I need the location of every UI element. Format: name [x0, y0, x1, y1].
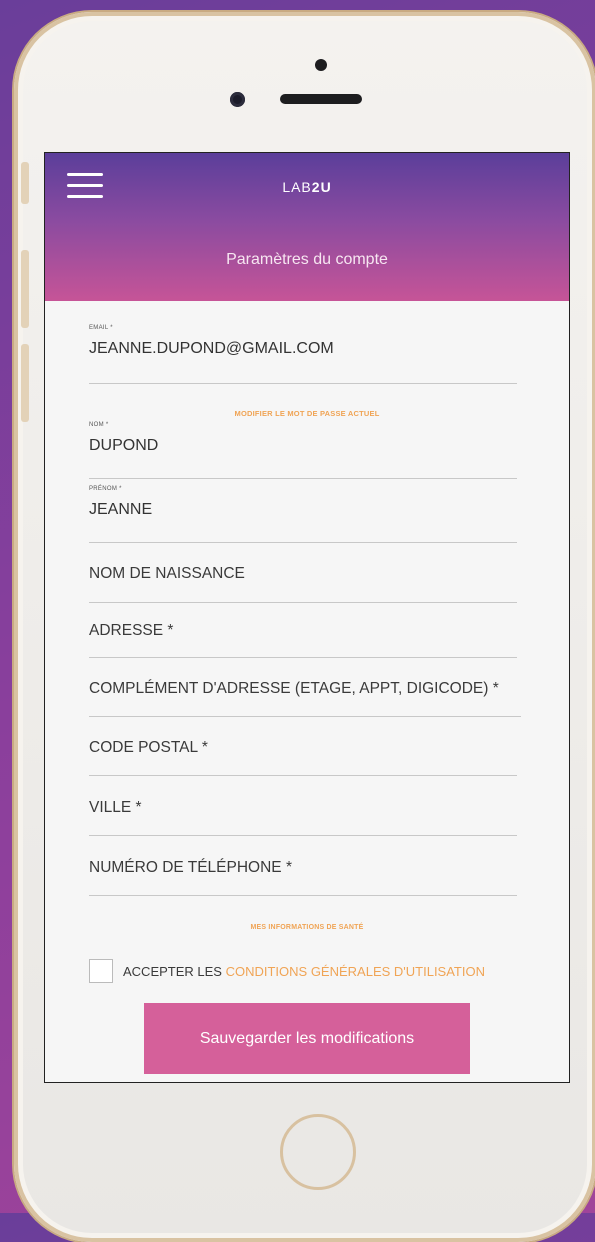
ville-placeholder: VILLE * — [89, 799, 142, 816]
email-value: JEANNE.DUPOND@GMAIL.COM — [89, 340, 334, 357]
nom-naissance-field[interactable]: NOM DE NAISSANCE — [89, 565, 517, 603]
email-field[interactable]: EMAIL * JEANNE.DUPOND@GMAIL.COM — [89, 325, 517, 384]
email-label: EMAIL * — [89, 325, 113, 331]
prenom-value: JEANNE — [89, 501, 153, 518]
cgu-checkbox[interactable] — [89, 959, 113, 983]
code-postal-placeholder: CODE POSTAL * — [89, 739, 208, 756]
health-info-link[interactable]: MES INFORMATIONS DE SANTÉ — [45, 924, 569, 931]
app-logo: LAB2U — [282, 179, 332, 195]
volume-down-button — [21, 344, 29, 422]
prenom-field[interactable]: PRÉNOM * JEANNE — [89, 486, 517, 543]
nom-label: NOM * — [89, 422, 109, 428]
adresse-field[interactable]: ADRESSE * — [89, 622, 517, 658]
app-screen: LAB2U Paramètres du compte EMAIL * JEANN… — [44, 152, 570, 1083]
cgu-prefix: ACCEPTER LES — [123, 964, 226, 979]
cgu-link[interactable]: CONDITIONS GÉNÉRALES D'UTILISATION — [226, 964, 485, 979]
code-postal-field[interactable]: CODE POSTAL * — [89, 739, 517, 776]
home-button[interactable] — [280, 1114, 356, 1190]
earpiece-speaker — [280, 94, 362, 104]
nom-naissance-placeholder: NOM DE NAISSANCE — [89, 565, 245, 582]
cgu-text: ACCEPTER LES CONDITIONS GÉNÉRALES D'UTIL… — [123, 964, 485, 979]
change-password-link[interactable]: MODIFIER LE MOT DE PASSE ACTUEL — [45, 409, 569, 418]
volume-up-button — [21, 250, 29, 328]
page-title: Paramètres du compte — [226, 251, 388, 268]
complement-adresse-placeholder: COMPLÉMENT D'ADRESSE (ETAGE, APPT, DIGIC… — [89, 680, 499, 697]
silent-switch — [21, 162, 29, 204]
nom-value: DUPOND — [89, 437, 159, 454]
cgu-row: ACCEPTER LES CONDITIONS GÉNÉRALES D'UTIL… — [89, 959, 559, 987]
app-header: LAB2U Paramètres du compte — [45, 153, 569, 301]
complement-adresse-field[interactable]: COMPLÉMENT D'ADRESSE (ETAGE, APPT, DIGIC… — [89, 680, 521, 717]
ville-field[interactable]: VILLE * — [89, 799, 517, 836]
telephone-field[interactable]: NUMÉRO DE TÉLÉPHONE * — [89, 859, 517, 896]
front-camera — [230, 92, 245, 107]
telephone-placeholder: NUMÉRO DE TÉLÉPHONE * — [89, 859, 292, 876]
prenom-label: PRÉNOM * — [89, 486, 122, 492]
proximity-sensor — [315, 59, 327, 71]
adresse-placeholder: ADRESSE * — [89, 622, 174, 639]
save-button[interactable]: Sauvegarder les modifications — [144, 1003, 470, 1074]
nom-field[interactable]: NOM * DUPOND — [89, 422, 517, 479]
